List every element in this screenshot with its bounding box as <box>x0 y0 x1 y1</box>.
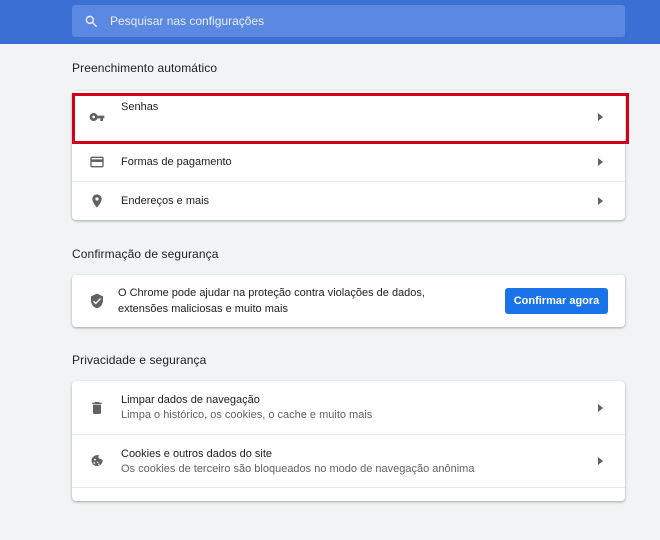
chevron-right-icon <box>598 197 603 205</box>
privacy-item-clear-data[interactable]: Limpar dados de navegação Limpa o histór… <box>72 381 625 434</box>
chevron-right-icon <box>598 158 603 166</box>
cookie-icon <box>89 453 105 469</box>
search-icon <box>85 15 97 27</box>
safety-check-card: O Chrome pode ajudar na proteção contra … <box>72 275 625 327</box>
location-pin-icon <box>89 193 105 209</box>
privacy-item-cookies[interactable]: Cookies e outros dados do site Os cookie… <box>72 434 625 487</box>
privacy-item-sublabel: Os cookies de terceiro são bloqueados no… <box>121 462 475 475</box>
privacy-section-title: Privacidade e segurança <box>72 353 207 367</box>
autofill-item-payment-methods[interactable]: Formas de pagamento <box>72 142 625 181</box>
autofill-item-label: Endereços e mais <box>121 195 210 207</box>
credit-card-icon <box>89 154 105 170</box>
chevron-right-icon <box>598 457 603 465</box>
autofill-item-label: Senhas <box>121 101 159 113</box>
privacy-card: Limpar dados de navegação Limpa o histór… <box>72 381 625 501</box>
autofill-item-passwords[interactable]: Senhas <box>72 91 625 142</box>
autofill-item-label: Formas de pagamento <box>121 156 232 168</box>
search-placeholder: Pesquisar nas configurações <box>110 14 265 28</box>
safety-check-section-title: Confirmação de segurança <box>72 247 219 261</box>
autofill-section-title: Preenchimento automático <box>72 61 218 75</box>
top-header-bar: Pesquisar nas configurações <box>0 0 660 44</box>
autofill-card: Senhas Formas de pagamento Endereços e m… <box>72 91 625 220</box>
privacy-item-label: Cookies e outros dados do site <box>121 447 273 460</box>
privacy-item-sublabel: Limpa o histórico, os cookies, o cache e… <box>121 409 373 421</box>
trash-icon <box>89 400 105 416</box>
key-icon <box>89 109 105 125</box>
privacy-item-text: Limpar dados de navegação Limpa o histór… <box>121 394 372 421</box>
safety-check-description: O Chrome pode ajudar na proteção contra … <box>118 287 425 315</box>
safety-check-row: O Chrome pode ajudar na proteção contra … <box>72 275 625 327</box>
search-settings-input[interactable]: Pesquisar nas configurações <box>72 5 625 37</box>
shield-check-icon <box>89 293 105 309</box>
autofill-item-addresses[interactable]: Endereços e mais <box>72 181 625 220</box>
privacy-item-label: Limpar dados de navegação <box>121 394 260 406</box>
chevron-right-icon <box>598 403 603 412</box>
privacy-item-text: Cookies e outros dados do site Os cookie… <box>121 448 474 475</box>
check-now-button[interactable]: Confirmar agora <box>505 288 608 314</box>
chevron-right-icon <box>598 112 603 121</box>
